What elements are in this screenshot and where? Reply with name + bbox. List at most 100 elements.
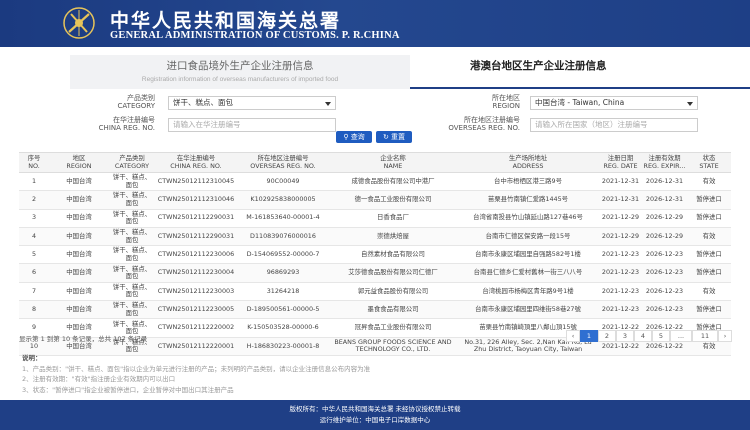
column-header-en: STATE [699,161,719,170]
table-row: 3 中国台湾 饼干、糕点、面包 CTWN25012112290031 M-1618536… [19,209,731,228]
column-header-en: CATEGORY [114,161,150,170]
table-cell: 暂停进口 [687,263,731,283]
table-cell: 中国台湾 [49,227,109,247]
search-button[interactable]: ⚲ 查询 [336,131,372,143]
region-select-value: 中国台湾 - Taiwan, China [535,98,625,107]
table-cell: 5 [19,245,49,265]
note-item: 2、注册有效期："有效"指注册企业有效期内可以出口 [22,375,176,383]
table-cell: 2021-12-23 [599,263,642,283]
category-select[interactable]: 饼干、糕点、面包 [168,96,336,110]
table-cell: D-189500561-00000-5 [237,300,329,320]
overseas-reg-input[interactable]: 请输入所在国家（地区）注册编号 [530,118,698,132]
table-cell: 6 [19,263,49,283]
chevron-down-icon [325,102,331,106]
table-cell: CTWN25012112230004 [155,263,237,283]
table-cell: 中国台湾 [49,245,109,265]
region-label-cn: 所在地区 [492,94,520,102]
table-row: 1 中国台湾 饼干、糕点、面包 CTWN25012112310045 90C00049 成… [19,172,731,192]
table-cell: 德一食品工业股份有限公司 [329,190,457,210]
pager-page-button[interactable]: ... [670,330,692,342]
footer-copyright: 版权所有：中华人民共和国海关总署 未经协议授权禁止转载 [289,405,461,413]
category-select-value: 饼干、糕点、面包 [173,98,233,107]
table-cell: 2026-12-29 [642,209,687,228]
site-footer: 版权所有：中华人民共和国海关总署 未经协议授权禁止转载 运行维护单位：中国电子口… [0,400,750,430]
table-cell: 中国台湾 [49,209,109,228]
table-cell: 2026-12-23 [642,282,687,302]
table-cell: K-150503528-00000-6 [237,318,329,338]
table-cell: 有效 [687,282,731,302]
table-cell: 有效 [687,227,731,247]
table-row: 2 中国台湾 饼干、糕点、面包 CTWN25012112310046 K10292583… [19,190,731,210]
column-header-en: REG. DATE [603,161,638,170]
table-cell: 中国台湾 [49,300,109,320]
table-cell: 饼干、糕点、面包 [109,263,155,283]
table-row: 4 中国台湾 饼干、糕点、面包 CTWN25012112290031 D11083907… [19,227,731,247]
table-cell: 崇德烘焙屋 [329,227,457,247]
footer-maintainer: 运行维护单位：中国电子口岸数据中心 [319,416,431,424]
overseas-reg-label: 所在地区注册编号 OVERSEAS REG. NO. [440,116,520,132]
table-cell: 有效 [687,172,731,192]
table-cell: D-154069552-00000-7 [237,245,329,265]
table-cell: 2021-12-23 [599,300,642,320]
category-label: 产品类别 CATEGORY [100,94,155,110]
china-reg-label-en: CHINA REG. NO. [98,124,155,132]
table-cell: D110839076000016 [237,227,329,247]
column-header: 所在地区注册编号 OVERSEAS REG. NO. [237,152,329,173]
table-cell: 暂停进口 [687,190,731,210]
pager-page-button[interactable]: 2 [598,330,616,342]
pager-next-button[interactable]: › [718,330,732,342]
site-title-cn: 中华人民共和国海关总署 [110,10,342,32]
table-cell: 暂停进口 [687,300,731,320]
table-cell: 暂停进口 [687,209,731,228]
table-cell: 2021-12-31 [599,190,642,210]
table-cell: 成德食品股份有限公司中港厂 [329,172,457,192]
table-cell: 饼干、糕点、面包 [109,209,155,228]
pager-page-button[interactable]: 1 [580,330,598,342]
pager-page-button[interactable]: 4 [634,330,652,342]
table-cell: 2021-12-29 [599,209,642,228]
table-cell: 中国台湾 [49,282,109,302]
table-cell: 饼干、糕点、面包 [109,227,155,247]
tab-overseas-manufacturers[interactable]: 进口食品境外生产企业注册信息 Registration information … [70,55,410,89]
results-table: 序号 NO. 地区 REGION 产品类别 CATEGORY 在华注册编号 CHINA REG… [19,152,731,356]
table-cell: CTWN25012112310045 [155,172,237,192]
column-header-en: NO. [28,161,40,170]
table-cell: 台南市仁德区保安路一段15号 [457,227,599,247]
china-reg-label: 在华注册编号 CHINA REG. NO. [90,116,155,132]
table-cell: CTWN25012112220002 [155,318,237,338]
pager-page-button[interactable]: 3 [616,330,634,342]
table-cell: CTWN25012112230006 [155,245,237,265]
column-header: 地区 REGION [49,152,109,173]
table-cell: 2021-12-23 [599,245,642,265]
table-cell: 1 [19,172,49,192]
table-row: 6 中国台湾 饼干、糕点、面包 CTWN25012112230004 96869293 艾… [19,263,731,283]
reset-button[interactable]: ↻ 重置 [376,131,412,143]
tab-overseas-manufacturers-sublabel: Registration information of overseas man… [141,76,339,83]
china-reg-input[interactable]: 请输入在华注册编号 [168,118,336,132]
table-cell: 饼干、糕点、面包 [109,245,155,265]
column-header: 序号 NO. [19,152,49,173]
pager-page-button[interactable]: 5 [652,330,670,342]
china-reg-label-cn: 在华注册编号 [113,116,155,124]
customs-emblem-icon [63,7,95,39]
tab-hk-macao-taiwan[interactable]: 港澳台地区生产企业注册信息 [470,58,607,73]
category-label-en: CATEGORY [117,102,155,110]
table-cell: 饼干、糕点、面包 [109,172,155,192]
table-cell: K102925838000005 [237,190,329,210]
table-cell: 饼干、糕点、面包 [109,190,155,210]
table-cell: CTWN25012112290031 [155,209,237,228]
result-summary: 显示第 1 到第 10 条记录，总共 107 条记录 [19,335,148,343]
table-body: 1 中国台湾 饼干、糕点、面包 CTWN25012112310045 90C00049 成… [19,172,731,356]
region-select[interactable]: 中国台湾 - Taiwan, China [530,96,698,110]
table-cell: 日香食品厂 [329,209,457,228]
table-cell: 2026-12-23 [642,300,687,320]
note-item: 1、产品类别："饼干、糕点、面包"指以企业为单元进行注册的产品；未列明的产品类别… [22,364,371,373]
table-cell: 3 [19,209,49,228]
table-cell: 中国台湾 [49,263,109,283]
notes-section: 说明： 1、产品类别："饼干、糕点、面包"指以企业为单元进行注册的产品；未列明的… [22,353,370,395]
pager-page-button[interactable]: 11 [692,330,718,342]
notes-title: 说明： [22,354,42,362]
table-cell: 4 [19,227,49,247]
table-cell: CTWN25012112290031 [155,227,237,247]
pager-prev-button[interactable]: ‹ [566,330,580,342]
